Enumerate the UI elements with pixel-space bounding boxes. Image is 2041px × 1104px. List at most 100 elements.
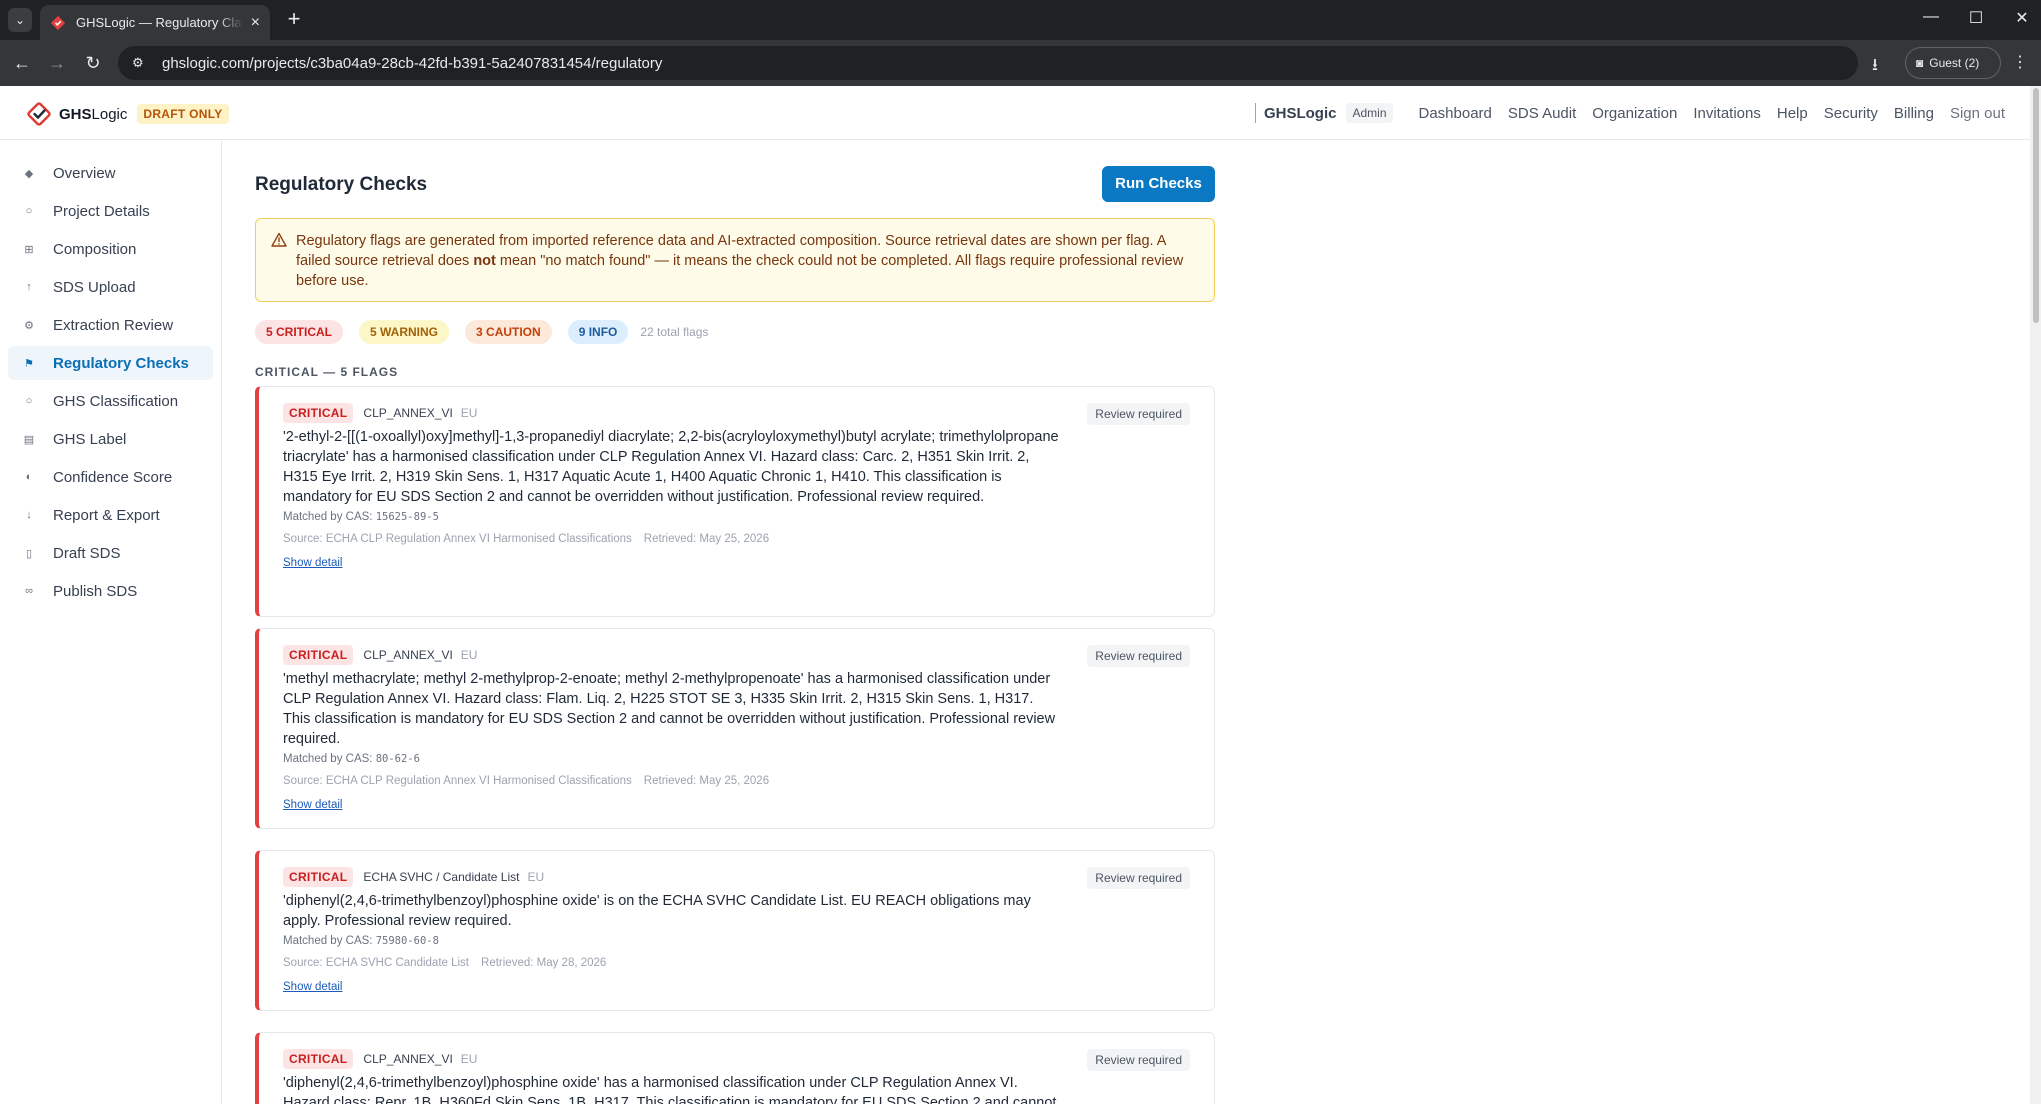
retrieved-date: Retrieved: May 25, 2026 — [643, 775, 770, 787]
region-tag: EU — [527, 870, 545, 884]
flag-card: CRITICAL ECHA SVHC / Candidate List EU R… — [255, 850, 1215, 1011]
sidebar-item-confidence-score[interactable]: ◐ Confidence Score — [8, 460, 213, 494]
nav-billing[interactable]: Billing — [1894, 105, 1934, 122]
flag-icon: ⚑ — [24, 357, 34, 370]
sidebar-item-overview[interactable]: ◆ Overview — [8, 156, 213, 190]
review-required-badge: Review required — [1087, 403, 1190, 425]
caution-count-badge[interactable]: 3 CAUTION — [465, 320, 552, 344]
browser-menu-icon[interactable]: ⋮ — [2012, 52, 2028, 72]
cas-number: 75980-60-8 — [375, 935, 439, 947]
sidebar-item-ghs-label[interactable]: ▤ GHS Label — [8, 422, 213, 456]
top-nav: GHSLogic Admin Dashboard SDS Audit Organ… — [1254, 86, 2005, 140]
upload-icon: ↑ — [26, 281, 32, 293]
nav-security[interactable]: Security — [1824, 105, 1878, 122]
info-count-badge[interactable]: 9 INFO — [567, 320, 629, 344]
sidebar-item-label: Project Details — [53, 202, 150, 220]
nav-dashboard[interactable]: Dashboard — [1419, 105, 1492, 122]
browser-tab[interactable]: GHSLogic — Regulatory Classification × — [40, 5, 270, 40]
new-tab-icon[interactable]: + — [282, 8, 306, 32]
tab-title: GHSLogic — Regulatory Classification — [76, 15, 243, 30]
app-header: GHSLogic DRAFT ONLY GHSLogic Admin Dashb… — [0, 86, 2030, 140]
sidebar-item-label: Regulatory Checks — [53, 354, 189, 372]
nav-sign-out[interactable]: Sign out — [1950, 105, 2005, 122]
address-bar[interactable]: ⚙ ghslogic.com/projects/c3ba04a9-28cb-42… — [118, 46, 1858, 80]
back-icon[interactable]: ← — [9, 50, 35, 76]
nav-organization[interactable]: Organization — [1592, 105, 1677, 122]
flag-message: '2-ethyl-2-[[(1-oxoallyl)oxy]methyl]-1,3… — [283, 429, 1059, 505]
site-info-icon[interactable]: ⚙ — [132, 55, 150, 71]
region-tag: EU — [460, 648, 478, 662]
flag-card: CRITICAL CLP_ANNEX_VI EU Review required… — [255, 1032, 1215, 1104]
profile-icon: ◙ — [1916, 56, 1924, 70]
maximize-icon[interactable]: ☐ — [1961, 8, 1991, 28]
sidebar-item-report-export[interactable]: ↓ Report & Export — [8, 498, 213, 532]
matched-by: Matched by CAS: 15625-89-5 — [283, 511, 439, 523]
window-close-icon[interactable]: ✕ — [2007, 8, 2037, 28]
flag-header: CRITICAL ECHA SVHC / Candidate List EU — [283, 867, 1190, 887]
section-title: CRITICAL — 5 FLAGS — [255, 365, 399, 379]
rule-name: CLP_ANNEX_VI — [363, 406, 453, 420]
warning-count-badge[interactable]: 5 WARNING — [359, 320, 450, 344]
profile-button[interactable]: ◙ Guest (2) — [1905, 47, 2001, 79]
sidebar-item-ghs-classification[interactable]: ○ GHS Classification — [8, 384, 213, 418]
reload-icon[interactable]: ↻ — [80, 50, 106, 76]
sidebar-item-label: Report & Export — [53, 506, 160, 524]
circle-icon: ○ — [25, 395, 33, 407]
severity-badge: CRITICAL — [283, 645, 354, 665]
sidebar-item-extraction-review[interactable]: ⚙ Extraction Review — [8, 308, 213, 342]
sidebar-item-regulatory-checks[interactable]: ⚑ Regulatory Checks — [8, 346, 213, 380]
sidebar-item-label: Draft SDS — [53, 544, 121, 562]
sidebar-item-composition[interactable]: ⊞ Composition — [8, 232, 213, 266]
ghslogic-favicon-icon — [50, 15, 66, 30]
diamond-icon: ◆ — [24, 167, 34, 180]
download-icon[interactable]: ⭳ — [1872, 52, 1878, 81]
tab-close-icon[interactable]: × — [251, 14, 260, 32]
sidebar-item-draft-sds[interactable]: ▯ Draft SDS — [8, 536, 213, 570]
show-detail-link[interactable]: Show detail — [283, 557, 342, 569]
nav-sds-audit[interactable]: SDS Audit — [1508, 105, 1576, 122]
severity-badge: CRITICAL — [283, 403, 354, 423]
rule-name: ECHA SVHC / Candidate List — [363, 870, 520, 884]
link-icon: ∞ — [25, 585, 33, 597]
review-required-badge: Review required — [1087, 1049, 1190, 1071]
sidebar-item-label: Composition — [53, 240, 137, 258]
show-detail-link[interactable]: Show detail — [283, 799, 342, 811]
critical-count-badge[interactable]: 5 CRITICAL — [255, 320, 343, 344]
sidebar-item-project-details[interactable]: ○ Project Details — [8, 194, 213, 228]
circle-icon: ○ — [25, 205, 33, 217]
minimize-icon[interactable]: — — [1916, 8, 1946, 26]
flag-source: Source: ECHA SVHC Candidate List Retrieve… — [283, 957, 607, 969]
url-text: ghslogic.com/projects/c3ba04a9-28cb-42fd… — [162, 54, 663, 72]
page-header: Regulatory Checks Run Checks — [255, 166, 1215, 202]
scrollbar-thumb[interactable] — [2033, 88, 2039, 323]
flag-message: 'methyl methacrylate; methyl 2-methylpro… — [283, 671, 1056, 747]
matched-by: Matched by CAS: 80-62-6 — [283, 753, 420, 765]
label-icon: ▤ — [23, 433, 35, 446]
document-icon: ▯ — [25, 547, 33, 560]
matched-by: Matched by CAS: 75980-60-8 — [283, 935, 439, 947]
sidebar-item-sds-upload[interactable]: ↑ SDS Upload — [8, 270, 213, 304]
sidebar-item-label: Publish SDS — [53, 582, 138, 600]
total-flags: 22 total flags — [640, 325, 709, 339]
flag-source: Source: ECHA CLP Regulation Annex VI Har… — [283, 775, 770, 787]
flag-message: 'diphenyl(2,4,6-trimethylbenzoyl)phosphi… — [283, 893, 1031, 929]
project-sidebar: ◆ Overview ○ Project Details ⊞ Compositi… — [0, 140, 222, 1104]
logo-text: GHSLogic — [59, 105, 128, 123]
gear-icon: ⚙ — [24, 319, 34, 332]
flag-header: CRITICAL CLP_ANNEX_VI EU — [283, 1049, 1190, 1069]
forward-icon[interactable]: → — [44, 50, 70, 76]
run-checks-button[interactable]: Run Checks — [1102, 166, 1215, 202]
sidebar-item-label: Overview — [53, 164, 116, 182]
flag-summary: 5 CRITICAL 5 WARNING 3 CAUTION 9 INFO 22… — [255, 320, 708, 344]
nav-help[interactable]: Help — [1777, 105, 1808, 122]
browser-toolbar: ← → ↻ ⚙ ghslogic.com/projects/c3ba04a9-2… — [0, 40, 2041, 86]
tab-search-chevron-icon[interactable]: ⌄ — [8, 8, 32, 32]
grid-icon: ⊞ — [24, 243, 34, 256]
disclaimer-notice: Regulatory flags are generated from impo… — [255, 218, 1215, 302]
logo[interactable]: GHSLogic DRAFT ONLY — [25, 100, 229, 128]
download-icon: ↓ — [26, 509, 32, 521]
region-tag: EU — [460, 1052, 478, 1066]
nav-invitations[interactable]: Invitations — [1693, 105, 1761, 122]
show-detail-link[interactable]: Show detail — [283, 981, 342, 993]
sidebar-item-publish-sds[interactable]: ∞ Publish SDS — [8, 574, 213, 608]
